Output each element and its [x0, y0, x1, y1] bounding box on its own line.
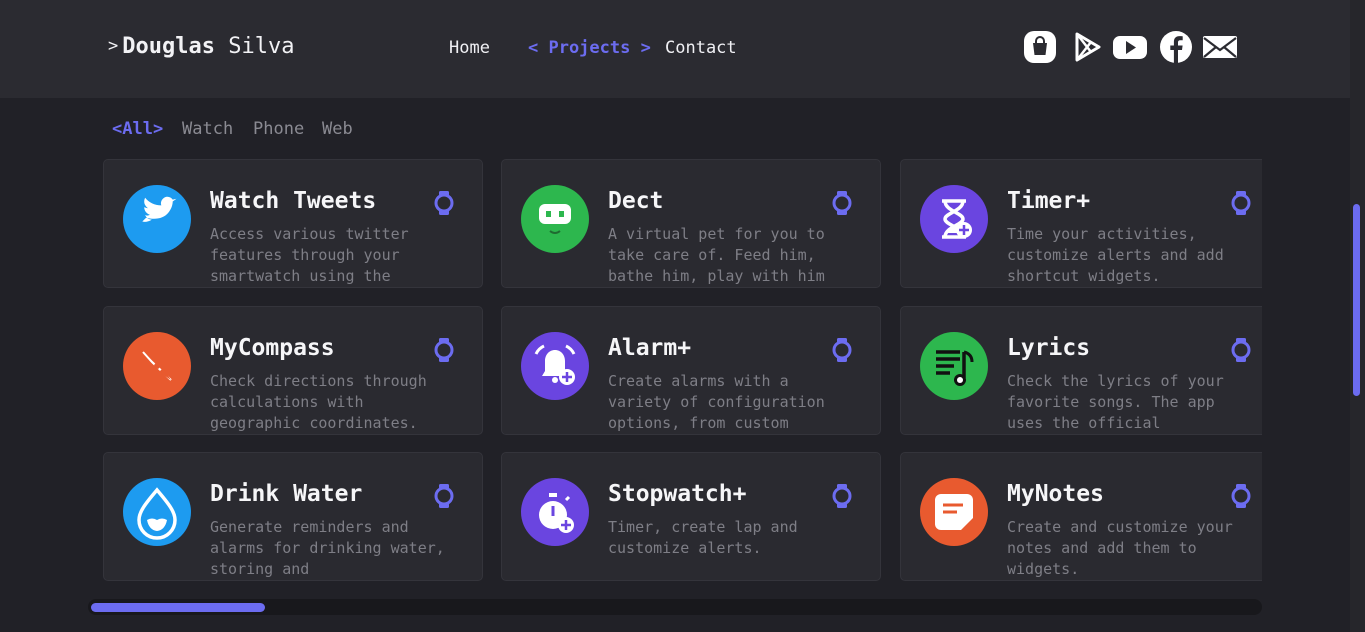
project-description: Generate reminders and alarms for drinki…	[210, 518, 445, 577]
hourglass-icon	[920, 185, 988, 253]
project-title: Drink Water	[210, 481, 363, 507]
smartwatch-icon	[1231, 484, 1251, 508]
nav-contact[interactable]: Contact	[665, 38, 737, 58]
projects-grid: Watch Tweets Access various twitter featu…	[103, 159, 1262, 584]
smartwatch-icon	[832, 191, 852, 215]
youtube-icon[interactable]	[1112, 30, 1148, 64]
project-title: Lyrics	[1007, 335, 1091, 361]
vertical-scrollbar-thumb[interactable]	[1353, 204, 1360, 396]
project-description: Create and customize your notes and add …	[1007, 518, 1233, 577]
project-title: MyNotes	[1007, 481, 1104, 507]
smartwatch-icon	[1231, 191, 1251, 215]
project-description: Access various twitter features through …	[210, 225, 409, 284]
project-card[interactable]: Lyrics Check the lyrics of your favorite …	[900, 306, 1262, 435]
nav-projects[interactable]: < Projects >	[528, 38, 651, 58]
project-card[interactable]: Watch Tweets Access various twitter featu…	[103, 159, 483, 288]
app-store-bag-icon[interactable]	[1023, 30, 1057, 64]
smartwatch-icon	[434, 484, 454, 508]
project-card[interactable]: Dect A virtual pet for you to take care o…	[501, 159, 881, 288]
compass-icon	[123, 332, 191, 400]
project-title: Dect	[608, 188, 664, 214]
project-description: A virtual pet for you to take care of. F…	[608, 225, 825, 284]
project-card[interactable]: Timer+ Time your activities, customize al…	[900, 159, 1262, 288]
project-title: Watch Tweets	[210, 188, 377, 214]
brand-caret: >	[108, 36, 119, 56]
project-title: MyCompass	[210, 335, 335, 361]
alarm-bell-icon	[521, 332, 589, 400]
project-description: Timer, create lap and customize alerts.	[608, 518, 798, 557]
project-card[interactable]: Alarm+ Create alarms with a variety of co…	[501, 306, 881, 435]
filter-watch[interactable]: Watch	[182, 119, 233, 139]
project-description: Create alarms with a variety of configur…	[608, 372, 825, 431]
water-drop-icon	[123, 478, 191, 546]
filter-web[interactable]: Web	[322, 119, 353, 139]
brand-last-name: Silva	[228, 34, 295, 59]
smartwatch-icon	[1231, 338, 1251, 362]
lyrics-note-icon	[920, 332, 988, 400]
project-card[interactable]: MyNotes Create and customize your notes a…	[900, 452, 1262, 581]
stopwatch-icon	[521, 478, 589, 546]
smartwatch-icon	[832, 338, 852, 362]
smartwatch-icon	[832, 484, 852, 508]
project-card[interactable]: Drink Water Generate reminders and alarms…	[103, 452, 483, 581]
nav-home[interactable]: Home	[449, 38, 490, 58]
project-card[interactable]: MyCompass Check directions through calcul…	[103, 306, 483, 435]
project-title: Timer+	[1007, 188, 1091, 214]
brand-first-name: Douglas	[122, 34, 215, 59]
play-store-icon[interactable]	[1071, 30, 1105, 64]
note-icon	[920, 478, 988, 546]
twitter-bird-icon	[123, 185, 191, 253]
project-title: Stopwatch+	[608, 481, 747, 507]
header: > Douglas Silva Home < Projects > Contact	[0, 0, 1350, 98]
project-description: Check the lyrics of your favorite songs.…	[1007, 372, 1224, 431]
project-card[interactable]: Stopwatch+ Timer, create lap and customiz…	[501, 452, 881, 581]
mail-icon[interactable]	[1202, 30, 1238, 64]
project-description: Check directions through calculations wi…	[210, 372, 427, 431]
site-logo[interactable]: > Douglas Silva	[108, 34, 294, 59]
filter-phone[interactable]: Phone	[253, 119, 304, 139]
project-description: Time your activities, customize alerts a…	[1007, 225, 1224, 284]
filter-all[interactable]: <All>	[112, 119, 163, 139]
facebook-icon[interactable]	[1159, 30, 1193, 64]
project-title: Alarm+	[608, 335, 692, 361]
robot-pet-icon	[521, 185, 589, 253]
smartwatch-icon	[434, 338, 454, 362]
horizontal-scrollbar-thumb[interactable]	[91, 603, 265, 612]
smartwatch-icon	[434, 191, 454, 215]
